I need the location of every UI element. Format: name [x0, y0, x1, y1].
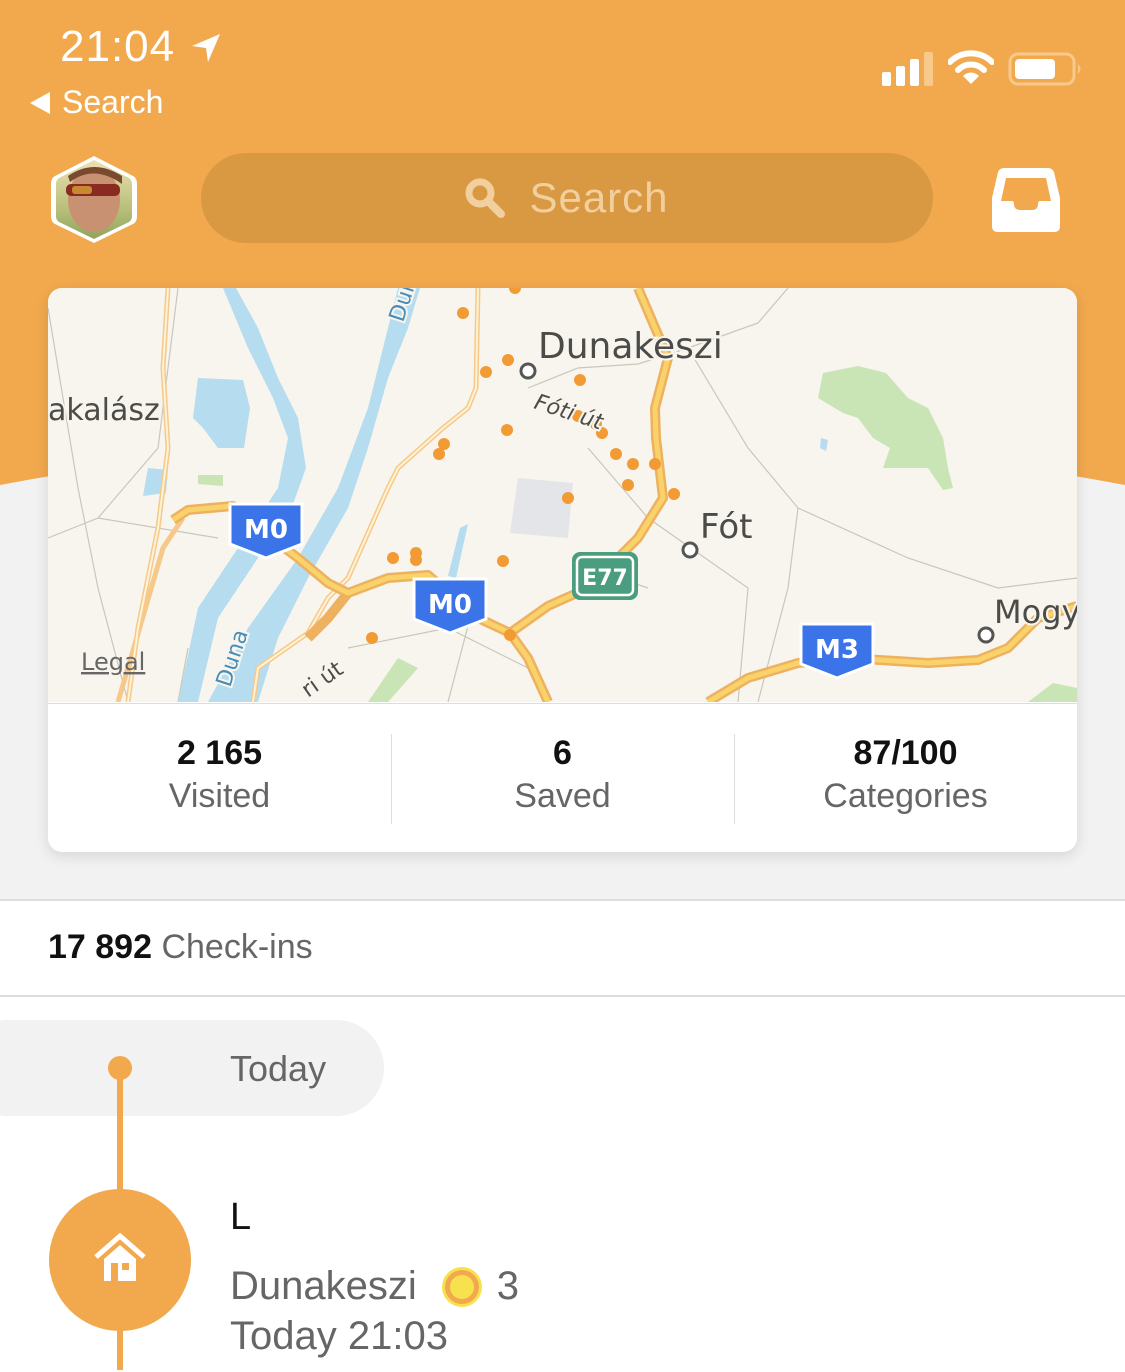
stats-row: 2 165 Visited 6 Saved 87/100 Categories — [48, 703, 1077, 852]
map-label-akalasz: akalász — [48, 393, 160, 428]
divider — [0, 995, 1125, 997]
back-label: Search — [62, 84, 164, 120]
redaction-mask — [252, 1196, 540, 1236]
stat-saved-value: 6 — [553, 734, 572, 772]
wifi-icon — [948, 50, 994, 84]
checkin-venue-badge[interactable] — [49, 1189, 191, 1331]
svg-text:M3: M3 — [815, 635, 859, 665]
stat-categories-value: 87/100 — [853, 734, 958, 772]
map-label-fot: Fót — [700, 507, 752, 547]
coin-icon — [444, 1269, 479, 1304]
svg-text:M0: M0 — [244, 515, 288, 545]
home-icon — [94, 1233, 146, 1281]
battery-icon — [1008, 52, 1081, 86]
road-shield-m0-east: M0 — [412, 577, 488, 635]
road-shield-m3: M3 — [799, 622, 875, 680]
cellular-signal-icon — [882, 52, 933, 86]
stat-saved-label: Saved — [514, 777, 611, 815]
road-shield-e77: E77 — [572, 552, 638, 600]
checkins-label: Check-ins — [161, 928, 313, 966]
status-bar: 21:04 Search — [0, 0, 1125, 130]
stat-saved[interactable]: 6 Saved — [391, 704, 734, 852]
checkins-count[interactable]: 17 892 Check-ins — [48, 928, 313, 967]
stat-categories[interactable]: 87/100 Categories — [734, 704, 1077, 852]
map-legal-link[interactable]: Legal — [81, 648, 145, 676]
stat-categories-label: Categories — [823, 777, 988, 815]
checkin-time: Today 21:03 — [230, 1314, 448, 1358]
map-label-dunakeszi: Dunakeszi — [538, 326, 723, 367]
search-icon — [465, 178, 506, 218]
checkin-title[interactable]: L k — [230, 1196, 560, 1236]
user-avatar[interactable] — [50, 154, 138, 244]
map-label-ri-ut: ri út — [297, 657, 348, 702]
timeline-section-header: Today — [0, 1020, 384, 1116]
timeline-dot — [108, 1056, 132, 1080]
stat-visited-label: Visited — [168, 777, 271, 815]
timeline-section-label: Today — [230, 1048, 327, 1089]
location-arrow-icon — [192, 34, 220, 62]
checkins-number: 17 892 — [48, 928, 152, 966]
search-bar[interactable]: Search — [201, 153, 933, 243]
back-to-search-link[interactable]: Search — [30, 84, 163, 121]
map-label-duna-north: Duna — [385, 288, 427, 325]
status-time: 21:04 — [60, 22, 176, 71]
stat-visited-value: 2 165 — [176, 734, 263, 772]
map-canvas: Dunakeszi Fót Mogy akalász Fóti út Duna … — [48, 288, 1077, 702]
back-triangle-icon — [30, 91, 50, 114]
inbox-icon[interactable] — [990, 164, 1062, 234]
profile-map-card: Dunakeszi Fót Mogy akalász Fóti út Duna … — [48, 288, 1077, 852]
map-label-foti-ut: Fóti út — [531, 390, 607, 436]
stat-visited[interactable]: 2 165 Visited — [48, 704, 391, 852]
checkin-coins: 3 — [496, 1264, 520, 1308]
checkins-map[interactable]: Dunakeszi Fót Mogy akalász Fóti út Duna … — [48, 288, 1077, 702]
svg-text:M0: M0 — [428, 590, 472, 620]
svg-text:E77: E77 — [582, 566, 628, 591]
checkin-location: Dunakeszi — [230, 1264, 417, 1308]
search-placeholder: Search — [529, 174, 669, 221]
checkin-location-row: Dunakeszi 3 — [230, 1264, 519, 1309]
map-label-mogy: Mogy — [994, 593, 1077, 631]
